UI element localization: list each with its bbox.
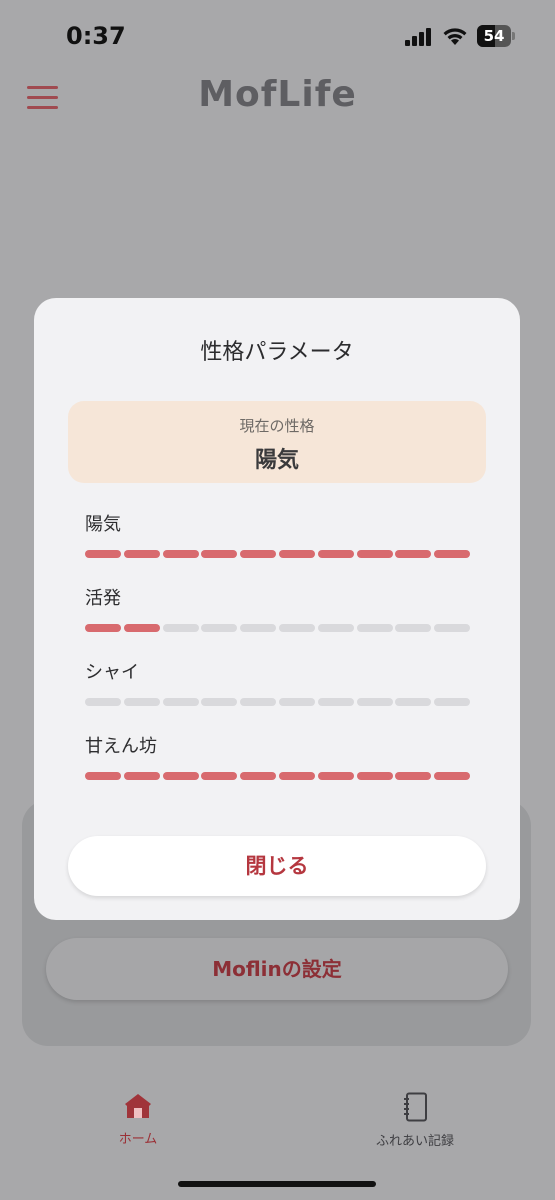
- param-segment: [201, 624, 238, 632]
- param-segment: [240, 698, 277, 706]
- param-segment: [356, 772, 393, 780]
- param-segment: [201, 772, 238, 780]
- param-segment: [123, 772, 160, 780]
- param-segment: [85, 698, 121, 706]
- param-segment: [395, 550, 432, 558]
- param-segment: [434, 698, 471, 706]
- param-bar: [85, 624, 471, 632]
- current-personality-value: 陽気: [254, 448, 299, 473]
- param-label: 活発: [85, 588, 121, 609]
- param-segment: [356, 624, 393, 632]
- param-segment: [356, 698, 393, 706]
- param-segment: [162, 624, 199, 632]
- home-indicator: [178, 1181, 376, 1187]
- param-segment: [201, 550, 238, 558]
- param-shy: シャイ: [85, 658, 471, 706]
- status-time: 0:37: [66, 22, 126, 50]
- param-segment: [434, 624, 471, 632]
- param-label: 甘えん坊: [85, 736, 157, 757]
- param-cheerful: 陽気: [85, 510, 471, 558]
- param-segment: [395, 698, 432, 706]
- param-segment: [279, 772, 315, 780]
- param-segment: [434, 772, 471, 780]
- notebook-icon: [404, 1092, 427, 1122]
- battery-icon: 54: [477, 25, 517, 47]
- param-segment: [123, 624, 160, 632]
- param-segment: [395, 772, 432, 780]
- param-segment: [85, 772, 121, 780]
- param-segment: [317, 772, 354, 780]
- current-personality-box: 現在の性格 陽気: [68, 401, 486, 483]
- close-button[interactable]: 閉じる: [68, 836, 486, 896]
- param-bar: [85, 698, 471, 706]
- nav-home[interactable]: ホーム: [98, 1092, 178, 1147]
- wifi-icon: [443, 28, 467, 45]
- param-segment: [279, 698, 315, 706]
- personality-modal: 性格パラメータ 現在の性格 陽気 陽気 活発 シャイ 甘えん坊 閉じる: [34, 298, 520, 920]
- param-segment: [240, 624, 277, 632]
- param-bar: [85, 550, 471, 558]
- param-segment: [317, 550, 354, 558]
- moflin-settings-button[interactable]: Moflinの設定: [46, 938, 508, 1000]
- param-segment: [356, 550, 393, 558]
- param-segment: [240, 550, 277, 558]
- param-segment: [317, 624, 354, 632]
- param-segment: [317, 698, 354, 706]
- app-logo: MofLife: [198, 74, 357, 115]
- param-bar: [85, 772, 471, 780]
- param-segment: [162, 698, 199, 706]
- param-segment: [162, 550, 199, 558]
- cellular-signal-icon: [405, 28, 431, 46]
- param-active: 活発: [85, 584, 471, 632]
- param-spoiled: 甘えん坊: [85, 732, 471, 780]
- nav-home-label: ホーム: [118, 1132, 158, 1147]
- param-segment: [434, 550, 471, 558]
- param-segment: [279, 624, 315, 632]
- param-segment: [85, 624, 121, 632]
- param-segment: [240, 772, 277, 780]
- param-segment: [162, 772, 199, 780]
- home-icon: [125, 1094, 151, 1118]
- param-segment: [123, 698, 160, 706]
- param-segment: [85, 550, 121, 558]
- param-segment: [201, 698, 238, 706]
- battery-level: 54: [483, 27, 505, 45]
- status-bar: 0:37 54: [0, 0, 555, 70]
- param-label: 陽気: [85, 514, 121, 535]
- nav-records[interactable]: ふれあい記録: [360, 1092, 470, 1149]
- param-segment: [395, 624, 432, 632]
- current-personality-label: 現在の性格: [239, 417, 315, 435]
- modal-title: 性格パラメータ: [200, 340, 354, 365]
- param-label: シャイ: [85, 662, 139, 683]
- nav-records-label: ふれあい記録: [375, 1134, 454, 1149]
- param-segment: [279, 550, 315, 558]
- param-segment: [123, 550, 160, 558]
